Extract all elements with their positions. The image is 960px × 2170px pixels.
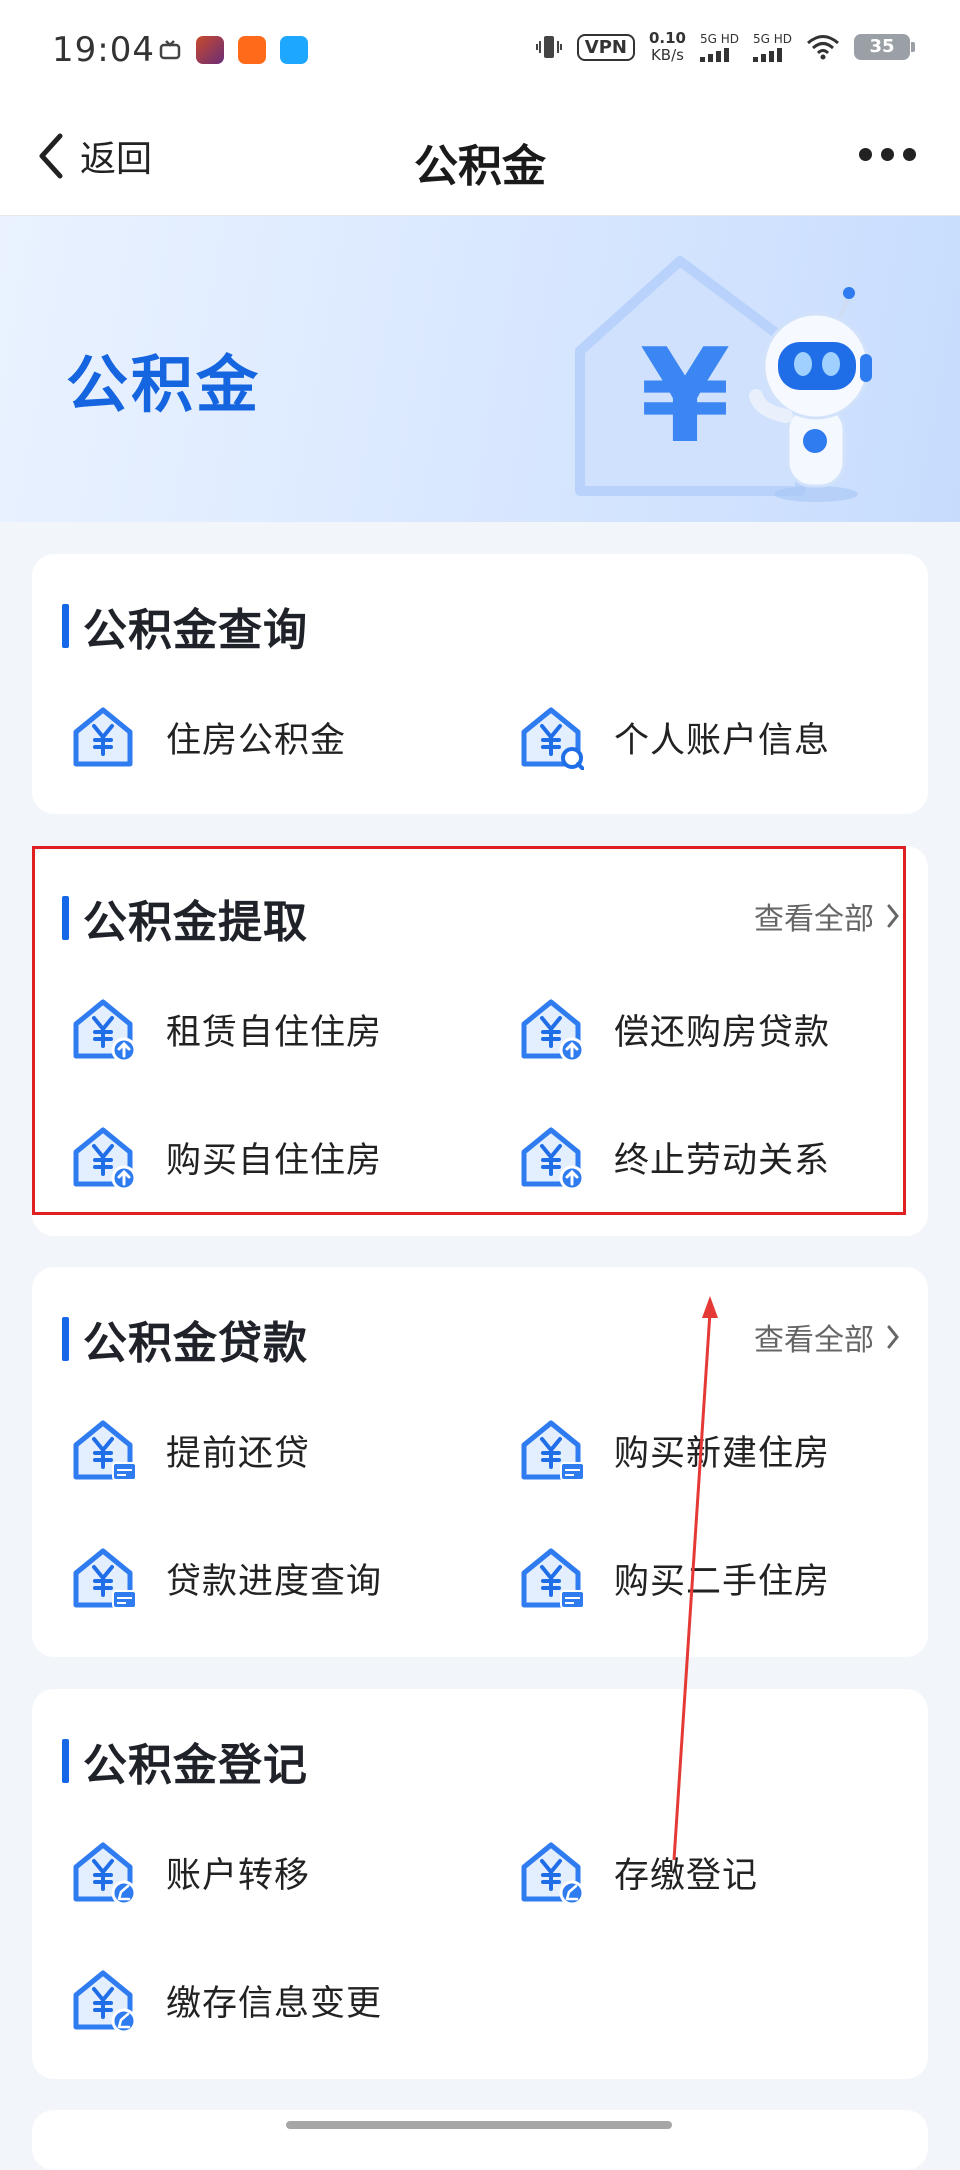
home-indicator[interactable] xyxy=(286,2121,672,2129)
annotation-arrow xyxy=(672,1296,718,1861)
